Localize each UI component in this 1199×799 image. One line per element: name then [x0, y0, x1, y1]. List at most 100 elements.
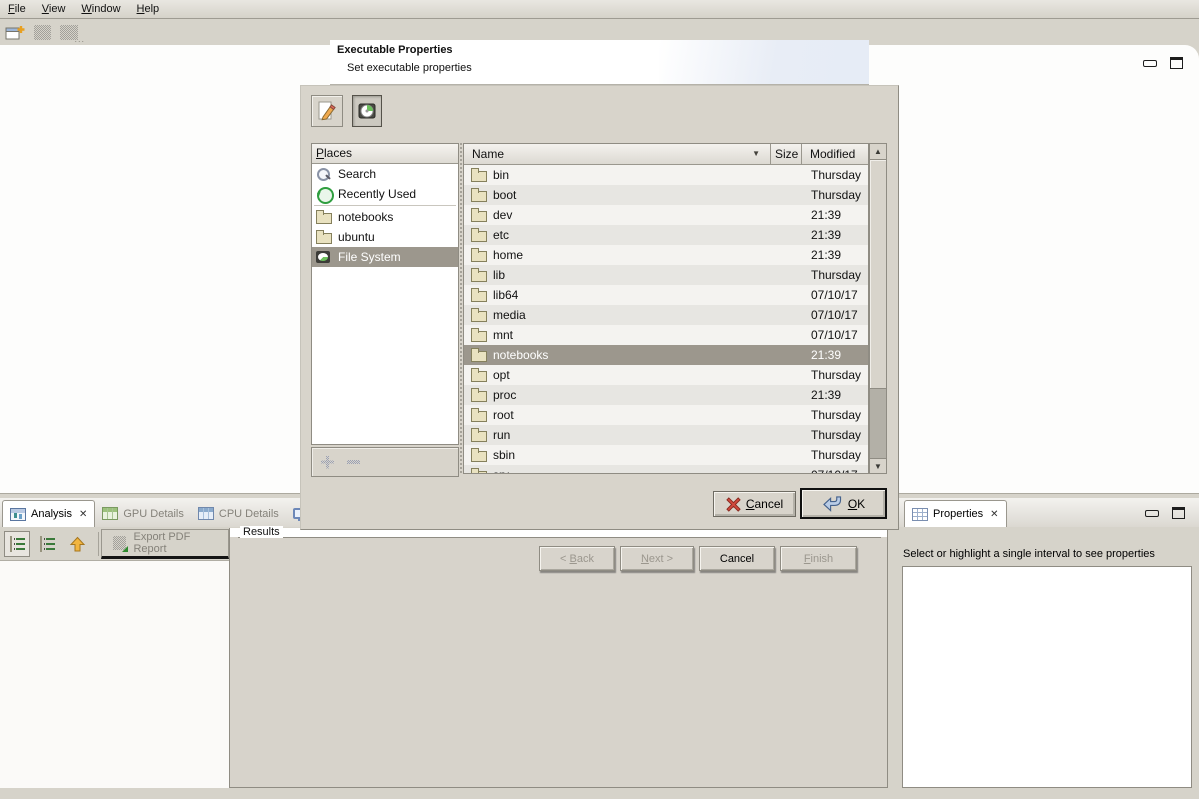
disabled-toolbar-button[interactable]: [34, 25, 51, 40]
tab-properties[interactable]: Properties ✕: [904, 500, 1007, 527]
pane-resize-handle[interactable]: [460, 143, 462, 474]
wizard-subtitle: Set executable properties: [347, 62, 472, 74]
wizard-button[interactable]: Cancel: [699, 546, 775, 571]
wizard-button-bar: < BackNext >CancelFinish: [539, 546, 857, 571]
menu-item[interactable]: File: [0, 1, 34, 17]
file-row[interactable]: lib64 07/10/17: [464, 285, 868, 305]
place-item[interactable]: Recently Used: [312, 184, 458, 204]
place-icon: [316, 250, 332, 264]
folder-icon: [471, 388, 487, 402]
scrollbar-thumb[interactable]: [870, 159, 886, 389]
place-label: Search: [338, 167, 376, 181]
menu-label: indow: [92, 3, 121, 15]
folder-icon: [471, 408, 487, 422]
file-modified: 21:39: [811, 348, 841, 362]
menu-label: elp: [145, 3, 160, 15]
file-row[interactable]: proc 21:39: [464, 385, 868, 405]
menu-item[interactable]: Help: [129, 1, 168, 17]
unguided-list-icon: [39, 536, 56, 552]
guided-analysis-button[interactable]: [4, 531, 30, 557]
places-actions-bar: [311, 447, 459, 477]
place-item[interactable]: Search: [312, 164, 458, 184]
place-label: File System: [338, 250, 401, 264]
disabled-icon: [34, 25, 51, 40]
file-modified: Thursday: [811, 448, 861, 462]
column-header-size[interactable]: Size: [771, 144, 802, 165]
cancel-button[interactable]: Cancel: [713, 491, 796, 517]
file-list-scrollbar[interactable]: ▲ ▼: [869, 143, 887, 474]
file-name: dev: [493, 208, 512, 222]
add-bookmark-button[interactable]: [321, 456, 334, 469]
column-header-modified[interactable]: Modified: [802, 144, 868, 165]
place-icon: [316, 187, 332, 201]
ok-button[interactable]: OK: [800, 488, 887, 519]
folder-icon: [471, 228, 487, 242]
file-row[interactable]: sbin Thursday: [464, 445, 868, 465]
view-tab[interactable]: GPU Details ✕: [95, 500, 191, 527]
properties-hint-text: Select or highlight a single interval to…: [903, 548, 1195, 560]
scroll-down-icon[interactable]: ▼: [870, 458, 886, 473]
file-row[interactable]: home 21:39: [464, 245, 868, 265]
column-header-name[interactable]: Name▼: [464, 144, 771, 165]
file-row[interactable]: srv 07/10/17: [464, 465, 868, 473]
maximize-icon[interactable]: [1170, 57, 1183, 69]
analysis-content-area: [0, 560, 229, 788]
file-name: lib: [493, 268, 505, 282]
new-session-icon: [5, 24, 25, 42]
file-row[interactable]: run Thursday: [464, 425, 868, 445]
wizard-button[interactable]: Finish: [780, 546, 857, 571]
folder-icon: [471, 288, 487, 302]
file-list: Name▼ Size Modified bin Thursday boot Th…: [463, 143, 869, 474]
profiler-window: FileViewWindowHelp ... Analysis ✕: [0, 0, 1199, 799]
scroll-up-icon[interactable]: ▲: [870, 144, 886, 159]
unguided-analysis-button[interactable]: [34, 531, 60, 557]
place-item[interactable]: notebooks: [312, 207, 458, 227]
menu-item[interactable]: View: [34, 1, 74, 17]
folder-icon: [471, 468, 487, 473]
file-system-view-button[interactable]: [352, 95, 382, 127]
file-row[interactable]: mnt 07/10/17: [464, 325, 868, 345]
tab-close-icon[interactable]: ✕: [79, 509, 87, 520]
type-filename-button[interactable]: [311, 95, 343, 127]
up-level-button[interactable]: [64, 531, 90, 557]
export-pdf-button[interactable]: Export PDF Report: [101, 529, 229, 559]
folder-icon: [471, 308, 487, 322]
place-icon: [316, 167, 332, 181]
file-row[interactable]: media 07/10/17: [464, 305, 868, 325]
new-session-button[interactable]: [5, 24, 25, 42]
properties-table-icon: [912, 508, 928, 521]
file-row[interactable]: bin Thursday: [464, 165, 868, 185]
menu-accelerator: F: [8, 3, 15, 15]
file-modified: Thursday: [811, 368, 861, 382]
file-row[interactable]: opt Thursday: [464, 365, 868, 385]
file-row[interactable]: dev 21:39: [464, 205, 868, 225]
minimize-icon[interactable]: [1143, 60, 1157, 67]
menu-item[interactable]: Window: [73, 1, 128, 17]
wizard-button[interactable]: Next >: [620, 546, 694, 571]
tab-close-icon[interactable]: ✕: [990, 509, 998, 520]
places-header[interactable]: Places: [312, 144, 458, 164]
wizard-bottom-panel: Results < BackNext >CancelFinish: [229, 528, 888, 788]
file-name: proc: [493, 388, 516, 402]
file-row[interactable]: etc 21:39: [464, 225, 868, 245]
file-row[interactable]: lib Thursday: [464, 265, 868, 285]
place-icon: [316, 230, 332, 244]
file-name: bin: [493, 168, 509, 182]
file-row[interactable]: notebooks 21:39: [464, 345, 868, 365]
view-tab[interactable]: Analysis ✕: [2, 500, 95, 527]
folder-icon: [471, 428, 487, 442]
remove-bookmark-button[interactable]: [347, 460, 360, 464]
folder-icon: [471, 348, 487, 362]
maximize-icon[interactable]: [1172, 507, 1185, 519]
file-row[interactable]: boot Thursday: [464, 185, 868, 205]
minimize-icon[interactable]: [1145, 510, 1159, 517]
wizard-button[interactable]: < Back: [539, 546, 615, 571]
places-panel: Places Search Recently Used notebooks: [311, 143, 459, 445]
view-tab[interactable]: CPU Details ✕: [191, 500, 286, 527]
folder-icon: [471, 448, 487, 462]
place-item[interactable]: File System: [312, 247, 458, 267]
wizard-header-shine: [659, 40, 869, 84]
file-row[interactable]: root Thursday: [464, 405, 868, 425]
disabled-toolbar-dropdown-button[interactable]: ...: [60, 25, 78, 40]
place-item[interactable]: ubuntu: [312, 227, 458, 247]
